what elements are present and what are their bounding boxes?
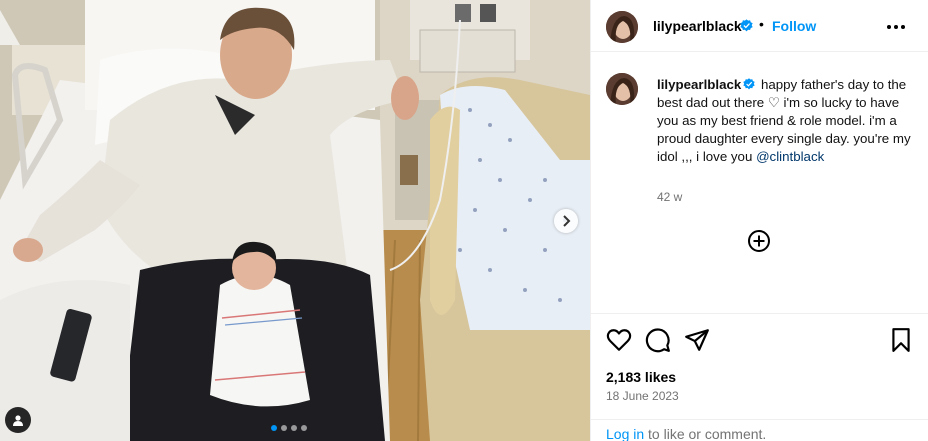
caption-username[interactable]: lilypearlblack: [657, 77, 741, 92]
login-prompt-text: to like or comment.: [648, 426, 767, 441]
post-header: lilypearlblack • Follow: [591, 0, 928, 52]
post-actions: 2,183 likes 18 June 2023 Log in to like …: [591, 313, 928, 441]
comment-bubble-icon[interactable]: [645, 327, 671, 353]
post-caption: lilypearlblack happy father's day to the…: [657, 76, 919, 166]
carousel-indicator: [271, 425, 307, 431]
chevron-right-icon: [563, 215, 571, 227]
like-count[interactable]: 2,183 likes: [606, 369, 676, 385]
heart-icon[interactable]: [606, 327, 632, 353]
follow-button[interactable]: Follow: [772, 18, 816, 34]
verified-badge-icon: [743, 78, 755, 90]
login-link[interactable]: Log in: [606, 426, 644, 441]
post-photo[interactable]: [0, 0, 590, 441]
carousel-dot: [301, 425, 307, 431]
login-prompt: Log in to like or comment.: [591, 419, 928, 441]
carousel-dot: [281, 425, 287, 431]
post-date: 18 June 2023: [606, 389, 679, 403]
post-sidebar: lilypearlblack • Follow lilypearlblack h…: [590, 0, 928, 441]
instagram-post: lilypearlblack • Follow lilypearlblack h…: [0, 0, 928, 441]
verified-badge-icon: [740, 19, 753, 32]
plus-circle-icon[interactable]: [747, 229, 771, 253]
caption-section: lilypearlblack happy father's day to the…: [591, 53, 928, 313]
more-options-icon[interactable]: [886, 24, 906, 30]
bookmark-icon[interactable]: [888, 327, 914, 353]
user-tag-icon: [13, 415, 23, 426]
caption-mention-link[interactable]: @clintblack: [756, 149, 824, 164]
avatar[interactable]: [606, 11, 638, 43]
photo-scene: [0, 0, 590, 441]
header-separator: •: [759, 16, 764, 32]
avatar[interactable]: [606, 73, 638, 105]
post-timestamp[interactable]: 42 w: [657, 190, 682, 204]
carousel-dot: [291, 425, 297, 431]
carousel-dot: [271, 425, 277, 431]
paper-plane-icon[interactable]: [684, 327, 710, 353]
post-author-username[interactable]: lilypearlblack: [653, 18, 742, 34]
carousel-next-button[interactable]: [554, 209, 578, 233]
tagged-users-button[interactable]: [5, 407, 31, 433]
